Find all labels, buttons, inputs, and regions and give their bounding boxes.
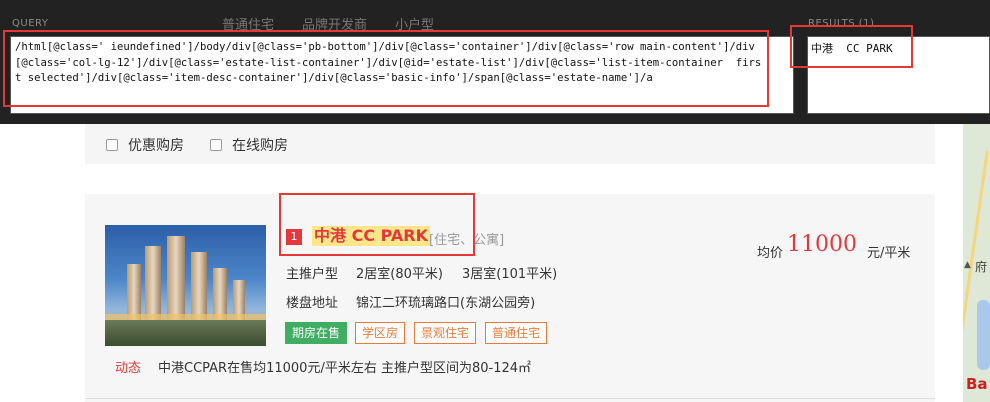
news-label: 动态 [115,361,142,376]
tag-ordinary-residence[interactable]: 普通住宅 [485,322,548,344]
results-text: 中港 CC PARK [811,42,893,55]
address-value: 锦江二环琉璃路口(东湖公园旁) [356,296,536,311]
estate-name-link[interactable]: 中港 CC PARK [312,226,430,246]
page-tab-small[interactable]: 小户型 [395,14,434,33]
filter-discount-label: 优惠购房 [128,138,184,154]
filter-online-label: 在线购房 [232,138,288,154]
page-tab-brand[interactable]: 品牌开发商 [302,14,367,33]
layout-3-room: 3居室(101平米) [462,267,558,282]
filter-discount[interactable]: 优惠购房 [106,135,184,155]
map-pin-icon: ▲ [964,260,971,270]
tower [167,236,185,324]
filter-online[interactable]: 在线购房 [210,135,288,155]
results-label: RESULTS (1) [808,18,875,29]
news-text[interactable]: 中港CCPAR在售均11000元/平米左右 主推户型区间为80-124㎡ [158,357,531,376]
thumb-ground [105,320,266,346]
tower [145,246,161,324]
filter-online-checkbox[interactable] [210,139,222,151]
price-unit: 元/平米 [867,246,911,261]
tag-presale[interactable]: 期房在售 [285,322,348,344]
tag-school-district[interactable]: 学区房 [355,322,406,344]
map-label: 府 [975,260,988,274]
estate-thumbnail[interactable] [105,225,266,346]
layout-label: 主推户型 [286,267,339,282]
address-label: 楼盘地址 [286,296,339,311]
baidu-map-logo: Ba [966,375,988,393]
rank-badge: 1 [286,229,302,245]
price-label: 均价 [757,246,784,261]
tag-landscape[interactable]: 景观住宅 [414,322,477,344]
estate-type: [住宅、公寓] [429,233,505,248]
divider [85,398,935,399]
price-value: 11000 [787,232,857,257]
layout-2-room: 2居室(80平米) [356,267,443,282]
map-water [977,300,990,370]
page-tab-ordinary[interactable]: 普通住宅 [222,14,274,33]
query-text[interactable]: /html[@class=' ieundefined']/body/div[@c… [15,40,767,87]
filter-discount-checkbox[interactable] [106,139,118,151]
query-label: QUERY [12,18,49,29]
